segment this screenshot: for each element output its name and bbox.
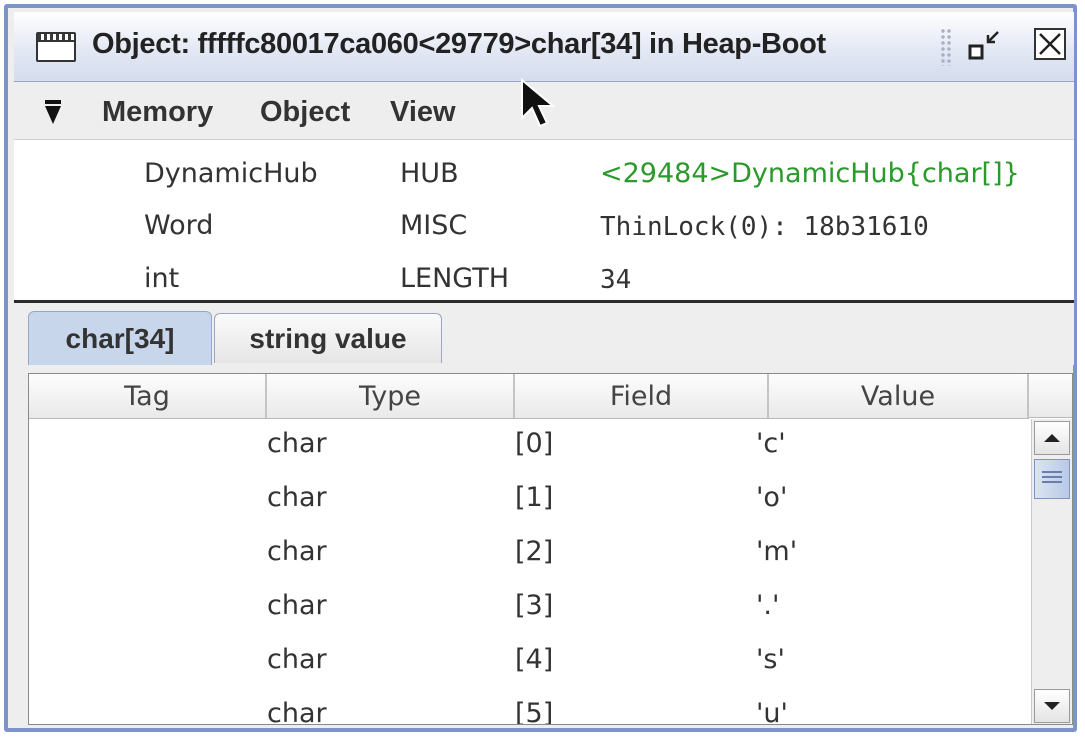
scroll-down-button[interactable] (1034, 689, 1070, 723)
table-row[interactable]: char [0] 'c' (29, 420, 1029, 474)
vertical-scrollbar[interactable] (1031, 419, 1072, 724)
table-row[interactable]: char [3] '.' (29, 582, 1029, 636)
scrollbar-thumb[interactable] (1034, 459, 1070, 499)
cell-type: char (267, 644, 327, 675)
cell-type: char (267, 428, 327, 459)
cell-value: '.' (756, 590, 780, 621)
scroll-up-button[interactable] (1034, 421, 1070, 455)
triangle-down-icon[interactable] (42, 99, 64, 125)
table-row[interactable]: char [1] 'o' (29, 474, 1029, 528)
tab-char-array[interactable]: char[34] (28, 311, 212, 365)
field-name: HUB (400, 158, 459, 189)
menu-memory[interactable]: Memory (102, 96, 213, 129)
field-value: ThinLock(0): 18b31610 (600, 212, 929, 242)
arrow-down-icon (1044, 702, 1060, 710)
cell-type: char (267, 536, 327, 567)
field-value: 34 (600, 265, 632, 295)
column-header-tag[interactable]: Tag (29, 374, 267, 418)
cell-value: 'm' (756, 536, 798, 567)
menu-view[interactable]: View (390, 96, 456, 129)
table-row[interactable]: char [5] 'u' (29, 690, 1029, 725)
field-name: LENGTH (400, 263, 510, 294)
array-elements-table: Tag Type Field Value char [0] 'c' char [… (28, 373, 1073, 725)
cell-field: [3] (515, 590, 554, 621)
tab-string-value[interactable]: string value (214, 313, 442, 363)
menu-object[interactable]: Object (260, 96, 350, 129)
cell-type: char (267, 698, 327, 725)
cell-field: [5] (515, 698, 554, 725)
close-icon[interactable] (1034, 28, 1066, 60)
field-name: MISC (400, 210, 468, 241)
cell-field: [0] (515, 428, 554, 459)
cell-value: 'u' (756, 698, 788, 725)
title-grip (940, 28, 952, 66)
arrow-up-icon (1044, 434, 1060, 442)
cell-value: 'c' (756, 428, 786, 459)
title-bar[interactable]: Object: fffffc80017ca060<29779>char[34] … (14, 12, 1074, 82)
mouse-cursor-icon (521, 78, 556, 128)
field-type: Word (144, 210, 214, 241)
table-header: Tag Type Field Value (29, 374, 1029, 419)
restore-icon[interactable] (964, 26, 1004, 66)
column-header-type[interactable]: Type (267, 374, 515, 418)
hub-link[interactable]: <29484>DynamicHub{char[]} (600, 158, 1020, 189)
cell-field: [1] (515, 482, 554, 513)
cell-field: [4] (515, 644, 554, 675)
cell-field: [2] (515, 536, 554, 567)
object-header-fields: DynamicHub HUB <29484>DynamicHub{char[]}… (14, 140, 1074, 300)
table-row[interactable]: char [2] 'm' (29, 528, 1029, 582)
column-header-value[interactable]: Value (769, 374, 1029, 418)
table-row[interactable]: char [4] 's' (29, 636, 1029, 690)
tab-strip: char[34] string value (14, 303, 1074, 365)
cell-value: 's' (756, 644, 785, 675)
cell-type: char (267, 590, 327, 621)
window-icon (36, 32, 76, 62)
cell-type: char (267, 482, 327, 513)
window-title: Object: fffffc80017ca060<29779>char[34] … (92, 28, 826, 60)
table-corner (1029, 374, 1072, 418)
column-header-field[interactable]: Field (515, 374, 769, 418)
field-type: int (144, 263, 180, 294)
field-type: DynamicHub (144, 158, 318, 189)
cell-value: 'o' (756, 482, 788, 513)
